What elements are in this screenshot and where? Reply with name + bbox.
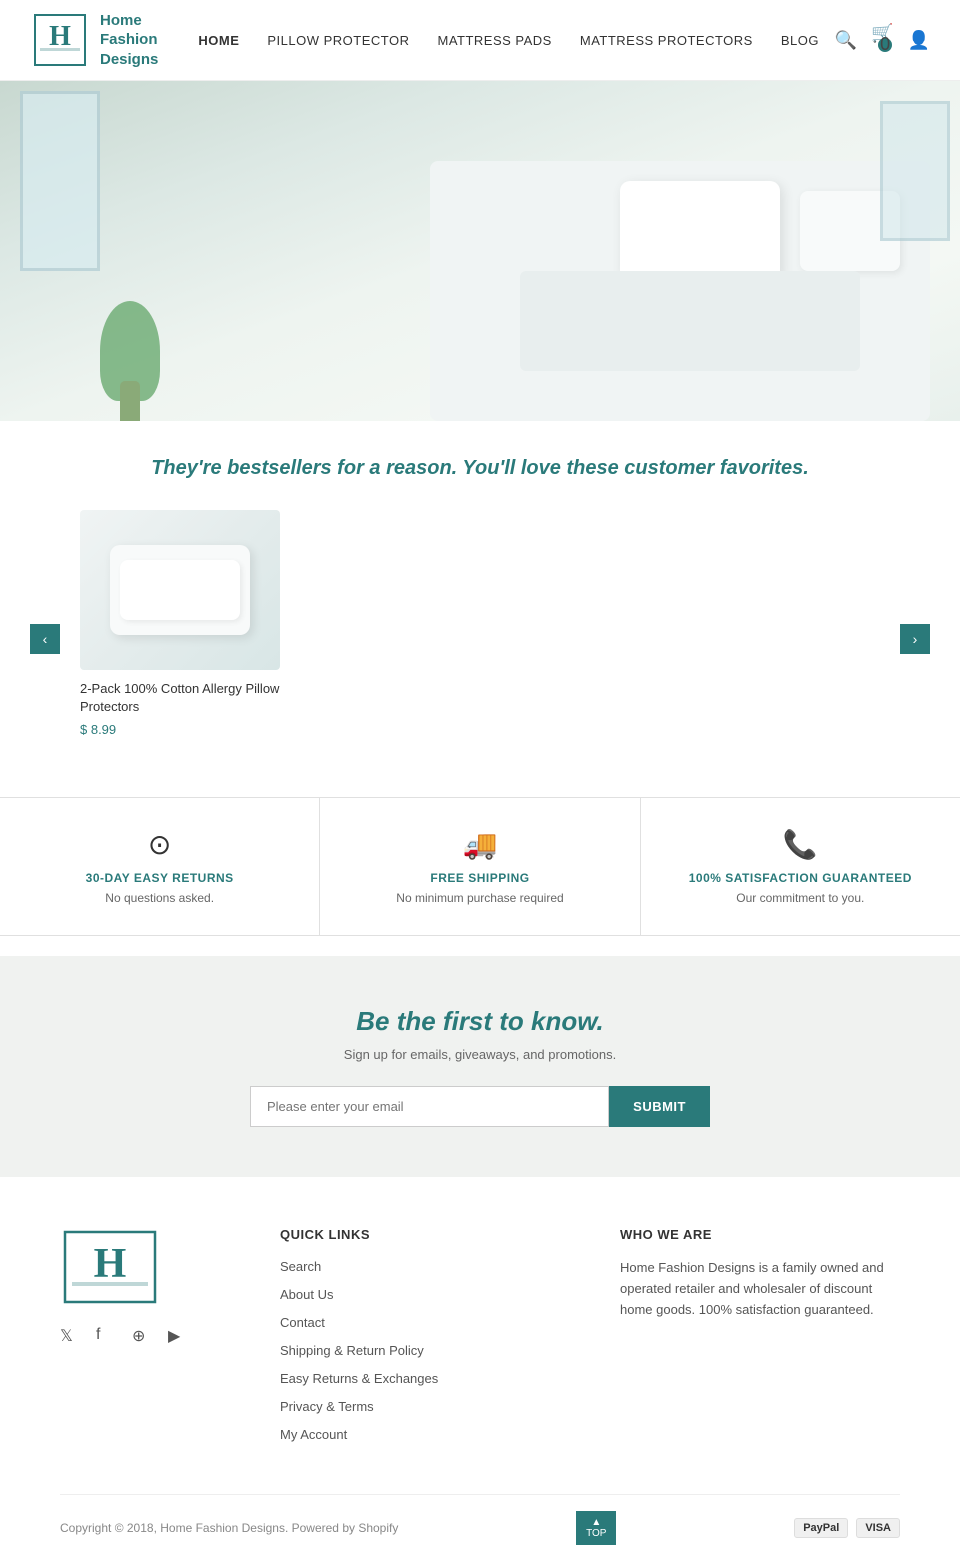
footer-bottom: Copyright © 2018, Home Fashion Designs. … [60,1494,900,1545]
tagline-text: They're bestsellers for a reason. You'll… [20,457,940,480]
logo-text: Home Fashion Designs [100,11,158,70]
submit-button[interactable]: SUBMIT [609,1086,710,1127]
newsletter-subtext: Sign up for emails, giveaways, and promo… [20,1047,940,1062]
footer-link-privacy[interactable]: Privacy & Terms [280,1399,374,1414]
nav-blog[interactable]: BLOG [781,33,819,48]
main-nav: HOME PILLOW PROTECTOR MATTRESS PADS MATT… [198,33,834,48]
facebook-icon[interactable]: f [96,1326,118,1348]
footer-link-shipping[interactable]: Shipping & Return Policy [280,1343,424,1358]
footer-link-contact[interactable]: Contact [280,1315,325,1330]
newsletter-section: Be the first to know. Sign up for emails… [0,956,960,1177]
visa-icon: VISA [856,1518,900,1538]
product-title: 2-Pack 100% Cotton Allergy Pillow Protec… [80,680,280,716]
guarantee-title: 100% Satisfaction Guaranteed [661,871,940,885]
svg-text:H: H [49,21,71,52]
nav-home[interactable]: HOME [198,33,239,48]
carousel-prev-button[interactable]: ‹ [30,624,60,654]
shipping-title: FREE SHIPPING [340,871,619,885]
footer-link-search[interactable]: Search [280,1259,321,1274]
footer-top: H 𝕏 f ⊕ ▶ QUICK LINKS Search About Us Co… [60,1227,900,1454]
copyright-text: Copyright © 2018, Home Fashion Designs. … [60,1521,398,1535]
back-to-top-button[interactable]: ▲ TOP [576,1511,616,1545]
guarantee-desc: Our commitment to you. [661,891,940,905]
youtube-icon[interactable]: ▶ [168,1326,190,1348]
nav-mattress-pads[interactable]: MATTRESS PADS [437,33,551,48]
account-icon[interactable]: 👤 [908,30,930,51]
feature-guarantee: 📞 100% Satisfaction Guaranteed Our commi… [641,798,960,935]
tagline-section: They're bestsellers for a reason. You'll… [0,421,960,500]
footer-logo-area: H 𝕏 f ⊕ ▶ [60,1227,220,1454]
hero-image [0,81,960,421]
product-image [80,510,280,670]
footer-logo-icon: H [60,1227,160,1307]
list-item: Search [280,1258,560,1276]
instagram-icon[interactable]: ⊕ [132,1326,154,1348]
footer-quick-links: QUICK LINKS Search About Us Contact Ship… [280,1227,560,1454]
paypal-icon: PayPal [794,1518,848,1538]
nav-pillow-protector[interactable]: PILLOW PROTECTOR [267,33,409,48]
list-item: Privacy & Terms [280,1398,560,1416]
shipping-icon: 🚚 [340,828,619,861]
feature-returns: ⊙ 30-DAY EASY RETURNS No questions asked… [0,798,320,935]
footer: H 𝕏 f ⊕ ▶ QUICK LINKS Search About Us Co… [0,1177,960,1565]
footer-link-account[interactable]: My Account [280,1427,347,1442]
quick-links-heading: QUICK LINKS [280,1227,560,1242]
newsletter-heading: Be the first to know. [20,1006,940,1037]
footer-link-about[interactable]: About Us [280,1287,333,1302]
shipping-desc: No minimum purchase required [340,891,619,905]
list-item: Easy Returns & Exchanges [280,1370,560,1388]
guarantee-icon: 📞 [661,828,940,861]
newsletter-form: SUBMIT [250,1086,710,1127]
list-item: My Account [280,1426,560,1444]
hero-section [0,81,960,421]
footer-who-we-are: WHO WE ARE Home Fashion Designs is a fam… [620,1227,900,1454]
svg-text:H: H [94,1241,127,1287]
payment-icons: PayPal VISA [794,1518,900,1538]
social-icons: 𝕏 f ⊕ ▶ [60,1326,220,1348]
logo-area[interactable]: H Home Fashion Designs [30,10,158,70]
email-input[interactable] [250,1086,609,1127]
quick-links-list: Search About Us Contact Shipping & Retur… [280,1258,560,1444]
carousel-section: ‹ 2-Pack 100% Cotton Allergy Pillow Prot… [0,500,960,777]
pillow-image-sim [110,545,250,635]
list-item: About Us [280,1286,560,1304]
feature-shipping: 🚚 FREE SHIPPING No minimum purchase requ… [320,798,640,935]
header: H Home Fashion Designs HOME PILLOW PROTE… [0,0,960,81]
header-icons: 🔍 🛒 0 👤 [835,23,930,58]
returns-desc: No questions asked. [20,891,299,905]
product-price: $ 8.99 [80,722,280,737]
who-we-are-text: Home Fashion Designs is a family owned a… [620,1258,900,1320]
carousel-next-button[interactable]: › [900,624,930,654]
who-we-are-heading: WHO WE ARE [620,1227,900,1242]
logo-icon: H [30,10,90,70]
product-card[interactable]: 2-Pack 100% Cotton Allergy Pillow Protec… [80,510,280,737]
cart-icon[interactable]: 🛒 0 [871,23,893,58]
twitter-icon[interactable]: 𝕏 [60,1326,82,1348]
carousel-inner: 2-Pack 100% Cotton Allergy Pillow Protec… [30,510,930,737]
list-item: Shipping & Return Policy [280,1342,560,1360]
cart-badge: 0 [878,38,892,52]
list-item: Contact [280,1314,560,1332]
returns-icon: ⊙ [20,828,299,861]
footer-link-returns[interactable]: Easy Returns & Exchanges [280,1371,438,1386]
nav-mattress-protectors[interactable]: MATTRESS PROTECTORS [580,33,753,48]
returns-title: 30-DAY EASY RETURNS [20,871,299,885]
search-icon[interactable]: 🔍 [835,30,857,51]
features-section: ⊙ 30-DAY EASY RETURNS No questions asked… [0,797,960,936]
